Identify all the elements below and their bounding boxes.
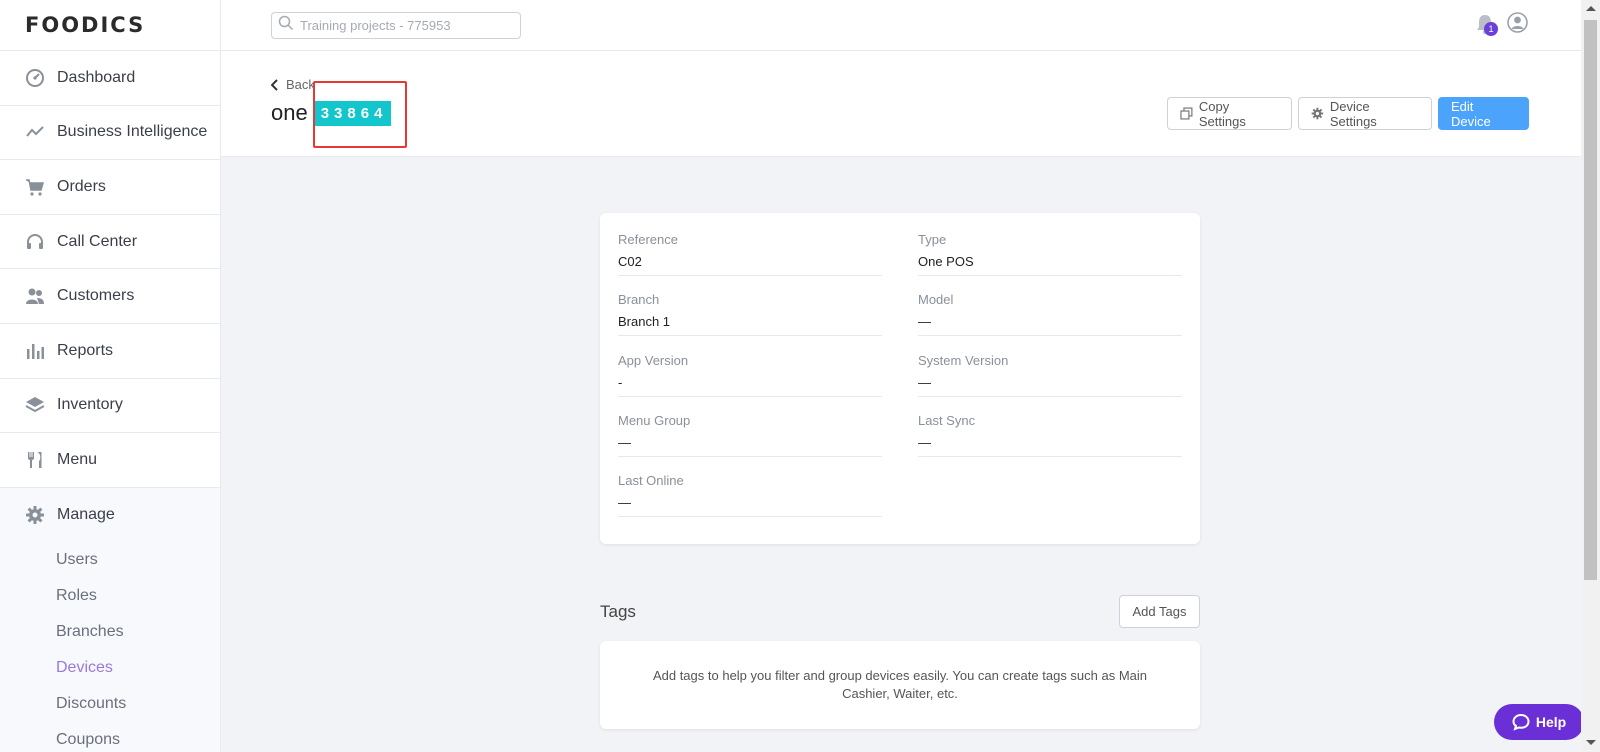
back-label: Back [286, 77, 315, 92]
back-link[interactable]: Back [271, 77, 315, 92]
scroll-down-arrow-icon[interactable] [1586, 740, 1596, 745]
add-tags-button[interactable]: Add Tags [1119, 595, 1200, 628]
manage-section: Manage Users Roles Branches Devices Disc… [0, 487, 220, 752]
page-header: Back one 33864 Copy Settings Device Sett… [221, 51, 1581, 157]
sidebar-item-customers[interactable]: Customers [0, 269, 220, 324]
sidebar-item-label: Business Intelligence [57, 123, 208, 141]
sidebar-item-manage[interactable]: Manage [0, 488, 220, 543]
search-box[interactable] [271, 12, 521, 39]
copy-icon [1180, 107, 1193, 120]
field-type: Type One POS [918, 223, 1182, 276]
top-bar: 1 [221, 0, 1581, 51]
gear-icon [1311, 107, 1324, 120]
scroll-up-arrow-icon[interactable] [1586, 6, 1596, 11]
sidebar-item-label: Customers [57, 287, 135, 305]
sidebar-subitem-devices[interactable]: Devices [0, 650, 220, 686]
sidebar-subitem-discounts[interactable]: Discounts [0, 686, 220, 722]
gear-icon [24, 504, 46, 526]
sidebar-subitem-coupons[interactable]: Coupons [0, 722, 220, 752]
dashboard-icon [24, 67, 46, 89]
sidebar-item-business-intelligence[interactable]: Business Intelligence [0, 106, 220, 161]
field-model: Model — [918, 283, 1182, 336]
device-details-card: Reference C02 Type One POS Branch Branch… [600, 213, 1200, 544]
page-scrollbar[interactable] [1581, 0, 1600, 752]
sidebar-subitem-roles[interactable]: Roles [0, 578, 220, 614]
sidebar-item-dashboard[interactable]: Dashboard [0, 51, 220, 106]
tags-empty-text: Add tags to help you filter and group de… [652, 668, 1148, 701]
layers-icon [24, 394, 46, 416]
field-app-version: App Version - [618, 344, 882, 397]
notification-badge: 1 [1484, 22, 1498, 36]
field-last-online: Last Online — [618, 464, 882, 517]
tags-heading: Tags [600, 602, 636, 621]
sidebar-item-orders[interactable]: Orders [0, 160, 220, 215]
field-system-version: System Version — [918, 344, 1182, 397]
highlight-box [313, 81, 407, 148]
help-button[interactable]: Help [1494, 704, 1584, 740]
sidebar-item-label: Manage [57, 506, 115, 524]
sidebar-item-label: Orders [57, 177, 106, 195]
bar-chart-icon [24, 340, 46, 362]
sidebar-item-menu[interactable]: Menu [0, 433, 220, 488]
sidebar-item-label: Dashboard [57, 68, 136, 86]
logo[interactable]: FOODICS [0, 0, 220, 51]
customers-icon [24, 285, 46, 307]
main-content: Reference C02 Type One POS Branch Branch… [221, 157, 1581, 752]
chat-bubble-icon [1512, 713, 1530, 731]
search-input[interactable] [300, 18, 510, 33]
search-icon [278, 15, 294, 36]
tags-empty-card: Add tags to help you filter and group de… [600, 641, 1200, 729]
sidebar-subitem-branches[interactable]: Branches [0, 614, 220, 650]
trend-icon [24, 121, 46, 143]
field-reference: Reference C02 [618, 223, 882, 276]
sidebar: FOODICS Dashboard Business Intelligence … [0, 0, 221, 752]
sidebar-subitem-users[interactable]: Users [0, 542, 220, 578]
sidebar-item-inventory[interactable]: Inventory [0, 379, 220, 434]
device-name: one [271, 100, 308, 125]
edit-device-button[interactable]: Edit Device [1438, 97, 1529, 130]
sidebar-item-label: Call Center [57, 232, 138, 250]
sidebar-item-label: Menu [57, 450, 98, 468]
sidebar-item-reports[interactable]: Reports [0, 324, 220, 379]
device-settings-button[interactable]: Device Settings [1298, 97, 1432, 130]
chevron-left-icon [271, 78, 278, 91]
sidebar-item-label: Inventory [57, 396, 123, 414]
user-avatar-icon[interactable] [1507, 12, 1528, 33]
field-last-sync: Last Sync — [918, 404, 1182, 457]
fork-knife-icon [24, 449, 46, 471]
sidebar-item-call-center[interactable]: Call Center [0, 215, 220, 270]
copy-settings-button[interactable]: Copy Settings [1167, 97, 1292, 130]
cart-icon [24, 176, 46, 198]
sidebar-item-label: Reports [57, 341, 114, 359]
scroll-thumb[interactable] [1584, 20, 1597, 580]
field-branch: Branch Branch 1 [618, 283, 882, 336]
headset-icon [24, 231, 46, 253]
field-menu-group: Menu Group — [618, 404, 882, 457]
